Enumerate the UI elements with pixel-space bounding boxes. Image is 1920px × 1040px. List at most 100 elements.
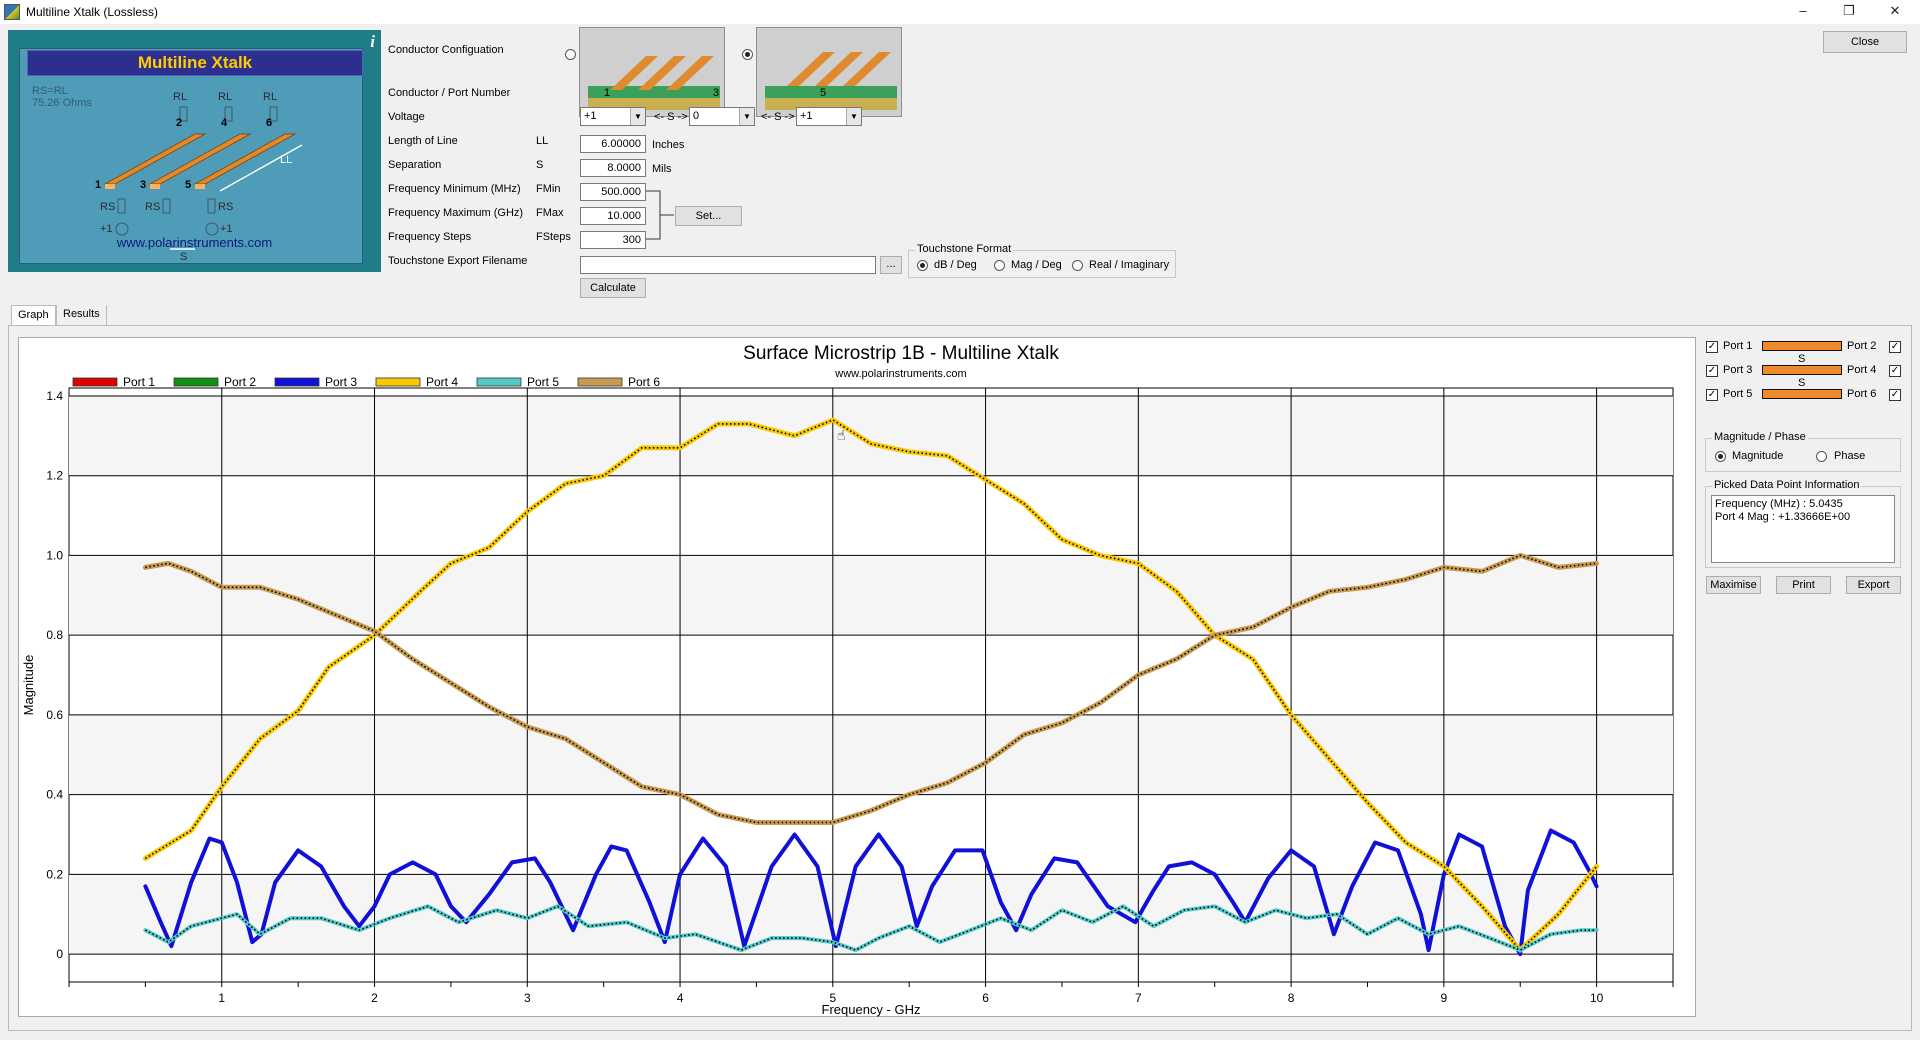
y-tick-label: 1.0 <box>46 548 63 562</box>
legend-swatch-4 <box>375 377 421 387</box>
separation-unit: Mils <box>652 163 672 175</box>
legend-swatch-1 <box>72 377 118 387</box>
voltage-label: Voltage <box>388 111 425 123</box>
tab-results[interactable]: Results <box>56 305 107 325</box>
y-tick-label: 0.6 <box>46 708 63 722</box>
config-thumbnail-2[interactable] <box>756 27 902 117</box>
legend-swatch-5 <box>476 377 522 387</box>
legend-label-5: Port 5 <box>527 375 559 389</box>
length-symbol: LL <box>536 135 549 147</box>
source-label-1: +1 <box>100 223 113 235</box>
touchstone-filename-input[interactable] <box>580 256 876 274</box>
conductor-num-5: 5 <box>185 179 192 191</box>
touchstone-format-title: Touchstone Format <box>915 243 1014 255</box>
touchstone-format-group: Touchstone Format dB / Deg Mag / Deg Rea… <box>908 243 1176 278</box>
conductor-num-2: 2 <box>176 117 183 129</box>
port1-checkbox[interactable]: ✓ <box>1706 341 1718 353</box>
format-mag-deg-radio[interactable] <box>994 260 1005 271</box>
port6-checkbox[interactable]: ✓ <box>1889 389 1901 401</box>
port3-checkbox[interactable]: ✓ <box>1706 365 1718 377</box>
app-icon <box>4 4 20 20</box>
conductor-num-1: 1 <box>95 179 102 191</box>
x-tick-label: 7 <box>1135 991 1142 1005</box>
x-tick-label: 10 <box>1590 991 1604 1005</box>
port1-label: Port 1 <box>1723 340 1753 352</box>
phase-radio[interactable] <box>1816 451 1827 462</box>
chevron-down-icon: ▼ <box>630 108 645 125</box>
format-real-imag-radio[interactable] <box>1072 260 1083 271</box>
port3-label: Port 3 <box>1723 364 1753 376</box>
graph-panel[interactable]: 1 2 3 4 5 6 7 8 9 10 0 0.2 0.4 0.6 0.8 1.0 1.2 1.4 Surface… <box>18 337 1696 1017</box>
chart-subtitle: www.polarinstruments.com <box>834 368 966 380</box>
close-button[interactable]: Close <box>1823 31 1907 53</box>
port4-checkbox[interactable]: ✓ <box>1889 365 1901 377</box>
port3-port4-bar <box>1762 365 1842 375</box>
calculate-button[interactable]: Calculate <box>580 278 646 298</box>
separation-label: Separation <box>388 159 442 171</box>
port2-label: Port 2 <box>1847 340 1877 352</box>
port-number-3: 3 <box>713 87 720 99</box>
fmin-input[interactable]: 500.000 <box>580 183 646 201</box>
conductor-num-6: 6 <box>266 117 273 129</box>
grid-band <box>69 395 1673 476</box>
bracket-connector <box>646 190 674 240</box>
port5-port6-bar <box>1762 389 1842 399</box>
legend-label-3: Port 3 <box>325 375 357 389</box>
x-tick-label: 6 <box>982 991 989 1005</box>
chart[interactable]: 1 2 3 4 5 6 7 8 9 1000.20.40.60.81.01.21.4Surface… <box>19 338 1697 1018</box>
logo-rs-text: RS=RL 75.26 Ohms <box>32 85 92 109</box>
product-logo: RL RL RL 2 4 6 1 3 5 LL RS RS RS +1 +1 S… <box>8 30 381 272</box>
conductor-port-label: Conductor / Port Number <box>388 87 511 99</box>
x-tick-label: 1 <box>218 991 225 1005</box>
separation-input[interactable]: 8.0000 <box>580 159 646 177</box>
logo-title: Multiline Xtalk <box>27 50 363 76</box>
tab-graph[interactable]: Graph <box>11 305 56 325</box>
magnitude-radio[interactable] <box>1715 451 1726 462</box>
config-option-2-radio[interactable] <box>742 49 753 60</box>
browse-button[interactable]: ... <box>880 256 902 274</box>
voltage-select-3[interactable]: +1 ▼ <box>796 107 862 126</box>
minimize-icon[interactable]: – <box>1780 0 1826 24</box>
port4-label: Port 4 <box>1847 364 1877 376</box>
y-axis-label: Magnitude <box>21 655 36 716</box>
close-window-icon[interactable]: ✕ <box>1872 0 1918 24</box>
y-tick-label: 0 <box>56 947 63 961</box>
length-input[interactable]: 6.00000 <box>580 135 646 153</box>
sep-marker-1: <- S -> <box>654 111 688 123</box>
fmin-label: Frequency Minimum (MHz) <box>388 183 521 195</box>
port2-checkbox[interactable]: ✓ <box>1889 341 1901 353</box>
x-axis-label: Frequency - GHz <box>822 1002 921 1017</box>
picked-magnitude: Port 4 Mag : +1.33666E+00 <box>1715 511 1851 523</box>
voltage-select-1[interactable]: +1 ▼ <box>580 107 646 126</box>
port-number-1: 1 <box>604 87 611 99</box>
voltage-select-2[interactable]: 0 ▼ <box>689 107 755 126</box>
magnitude-label: Magnitude <box>1732 450 1784 462</box>
config-option-1-radio[interactable] <box>565 49 576 60</box>
touchstone-label: Touchstone Export Filename <box>388 255 528 267</box>
export-button[interactable]: Export <box>1846 576 1901 594</box>
config-thumbnail-1[interactable] <box>579 27 725 117</box>
grid-band <box>69 555 1673 636</box>
format-db-deg-radio[interactable] <box>917 260 928 271</box>
s-marker-2: S <box>1798 377 1806 389</box>
port5-checkbox[interactable]: ✓ <box>1706 389 1718 401</box>
set-button[interactable]: Set... <box>675 206 742 226</box>
rl-label-1: RL <box>173 91 188 103</box>
y-tick-label: 1.2 <box>46 469 63 483</box>
fsteps-input[interactable]: 300 <box>580 231 646 249</box>
logo-diagram: RL RL RL 2 4 6 1 3 5 LL RS RS RS +1 +1 S <box>19 48 363 264</box>
y-tick-label: 0.2 <box>46 867 63 881</box>
restore-icon[interactable]: ❐ <box>1826 0 1872 24</box>
legend-label-1: Port 1 <box>123 375 155 389</box>
ll-label: LL <box>280 154 293 166</box>
pointer-cursor-icon: ☝ <box>837 428 846 444</box>
y-tick-label: 0.8 <box>46 628 63 642</box>
format-mag-deg-label: Mag / Deg <box>1011 259 1062 271</box>
maximise-button[interactable]: Maximise <box>1706 576 1761 594</box>
rl-label-2: RL <box>218 91 233 103</box>
info-icon[interactable]: i <box>370 32 375 52</box>
x-tick-label: 9 <box>1441 991 1448 1005</box>
config-2-icon <box>765 52 897 110</box>
print-button[interactable]: Print <box>1776 576 1831 594</box>
fmax-input[interactable]: 10.000 <box>580 207 646 225</box>
